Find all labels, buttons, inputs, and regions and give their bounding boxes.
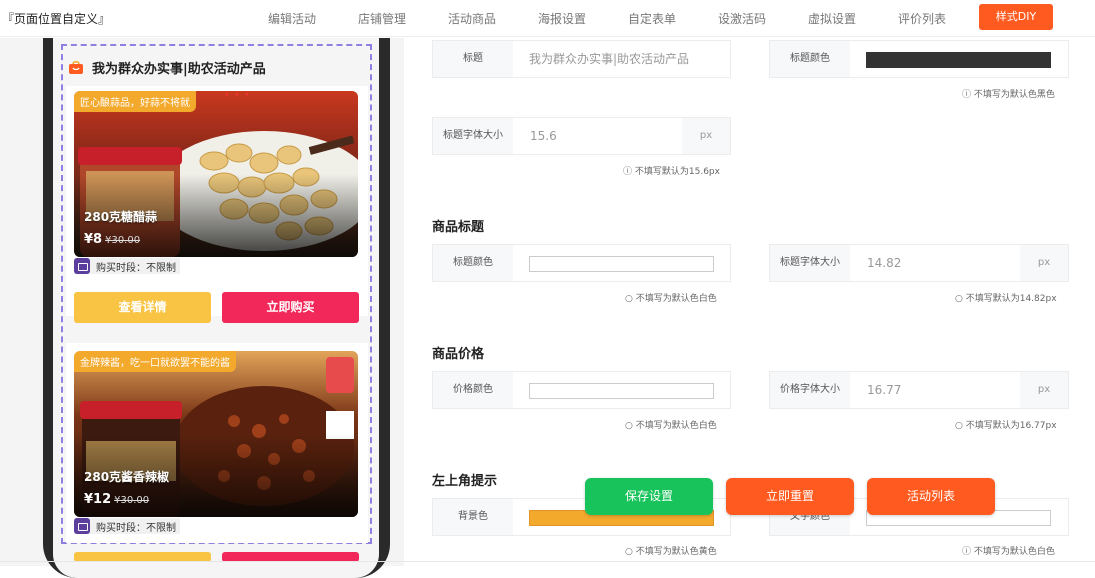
- nav-poster-settings[interactable]: 海报设置: [538, 10, 586, 27]
- bottom-divider: [0, 561, 1095, 562]
- save-settings-button[interactable]: 保存设置: [585, 478, 713, 515]
- field-label: 标题字体大小: [433, 118, 513, 154]
- corner-tip-tag: 匠心酿蒜品，好蒜不将就: [74, 91, 196, 112]
- top-nav-bar: 『页面位置自定义』 编辑活动 店铺管理 活动商品 海报设置 自定表单 设激活码 …: [0, 0, 1095, 37]
- section-title: 左上角提示: [432, 474, 498, 489]
- hint-text: ⓘ 不填写默认为15.6px: [623, 167, 720, 177]
- phone-side-button: [384, 42, 390, 142]
- purchase-period-text: 购买时段：不限制: [96, 262, 176, 274]
- price-font-size-input[interactable]: 16.77: [867, 372, 901, 408]
- product-name: 280克酱香辣椒: [84, 470, 170, 484]
- title-input[interactable]: 我为群众办实事|助农活动产品: [529, 41, 689, 77]
- price-font-size-field[interactable]: 价格字体大小 16.77 px: [769, 371, 1069, 409]
- hint-text: ○ 不填写默认为16.77px: [955, 421, 1057, 431]
- nav-review-list[interactable]: 评价列表: [898, 10, 946, 27]
- hint-text: ○ 不填写为默认色黄色: [625, 547, 717, 557]
- buy-now-button[interactable]: 立即购买: [222, 292, 359, 323]
- purchase-period-text: 购买时段：不限制: [96, 522, 176, 534]
- hint-text: ○ 不填写为默认色白色: [625, 421, 717, 431]
- field-label: 价格字体大小: [770, 372, 850, 408]
- product-card[interactable]: · · · 匠心酿蒜品，好蒜不将就 280克糖醋蒜 ¥8 ¥30.00 购买时段：…: [66, 86, 368, 323]
- title-font-size-field[interactable]: 标题字体大小 15.6 px: [432, 117, 731, 155]
- shopping-bag-icon: [69, 60, 83, 74]
- product-image[interactable]: 金牌辣酱，吃一口就欲罢不能的酱 280克酱香辣椒 ¥12 ¥30.00: [74, 351, 358, 517]
- activity-list-button[interactable]: 活动列表: [867, 478, 995, 515]
- calendar-icon: [74, 258, 90, 274]
- style-diy-button[interactable]: 样式DIY: [979, 4, 1053, 30]
- product-title-color-field[interactable]: 标题颜色: [432, 244, 731, 282]
- hint-text: ⓘ 不填写为默认色白色: [962, 547, 1055, 557]
- preview-shop-title: 我为群众办实事|助农活动产品: [92, 62, 266, 77]
- nav-shop-management[interactable]: 店铺管理: [358, 10, 406, 27]
- svg-text:· · ·: · · ·: [224, 91, 250, 103]
- product-price: ¥8 ¥30.00: [84, 232, 140, 247]
- price-color-field[interactable]: 价格颜色: [432, 371, 731, 409]
- purchase-period: 购买时段：不限制: [74, 518, 180, 534]
- calendar-icon: [74, 518, 90, 534]
- title-color-field[interactable]: 标题颜色: [769, 40, 1069, 78]
- product-title-font-size-input[interactable]: 14.82: [867, 245, 901, 281]
- nav-edit-activity[interactable]: 编辑活动: [268, 10, 316, 27]
- title-font-size-input[interactable]: 15.6: [530, 118, 557, 154]
- section-title: 商品价格: [432, 347, 485, 362]
- product-price: ¥12 ¥30.00: [84, 492, 149, 507]
- nav-activation-code[interactable]: 设激活码: [718, 10, 766, 27]
- field-label: 标题: [433, 41, 513, 77]
- title-field[interactable]: 标题 我为群众办实事|助农活动产品: [432, 40, 731, 78]
- page-title: 『页面位置自定义』: [2, 12, 111, 26]
- purchase-period: 购买时段：不限制: [74, 258, 180, 274]
- unit-label: px: [1020, 372, 1068, 408]
- product-name: 280克糖醋蒜: [84, 210, 158, 224]
- hint-text: ○ 不填写为默认色白色: [625, 294, 717, 304]
- unit-label: px: [682, 118, 730, 154]
- original-price: ¥30.00: [114, 495, 150, 506]
- title-color-picker[interactable]: [866, 52, 1051, 68]
- hint-text: ○ 不填写默认为14.82px: [955, 294, 1057, 304]
- field-label: 标题颜色: [433, 245, 513, 281]
- price-color-picker[interactable]: [529, 383, 714, 399]
- field-label: 标题颜色: [770, 41, 850, 77]
- field-label: 标题字体大小: [770, 245, 850, 281]
- unit-label: px: [1020, 245, 1068, 281]
- corner-tip-tag: 金牌辣酱，吃一口就欲罢不能的酱: [74, 351, 236, 372]
- product-image[interactable]: · · · 匠心酿蒜品，好蒜不将就 280克糖醋蒜 ¥8 ¥30.00: [74, 91, 358, 257]
- current-price: ¥8: [84, 232, 103, 247]
- nav-custom-form[interactable]: 自定表单: [628, 10, 676, 27]
- current-price: ¥12: [84, 492, 112, 507]
- product-card[interactable]: 金牌辣酱，吃一口就欲罢不能的酱 280克酱香辣椒 ¥12 ¥30.00 购买时段：…: [66, 343, 368, 543]
- nav-activity-products[interactable]: 活动商品: [448, 10, 496, 27]
- section-title: 商品标题: [432, 220, 485, 235]
- product-title-font-size-field[interactable]: 标题字体大小 14.82 px: [769, 244, 1069, 282]
- hint-text: ⓘ 不填写为默认色黑色: [962, 90, 1055, 100]
- product-title-color-picker[interactable]: [529, 256, 714, 272]
- original-price: ¥30.00: [105, 235, 141, 246]
- reset-button[interactable]: 立即重置: [726, 478, 854, 515]
- view-details-button[interactable]: 查看详情: [74, 292, 211, 323]
- nav-virtual-settings[interactable]: 虚拟设置: [808, 10, 856, 27]
- field-label: 背景色: [433, 499, 513, 535]
- field-label: 价格颜色: [433, 372, 513, 408]
